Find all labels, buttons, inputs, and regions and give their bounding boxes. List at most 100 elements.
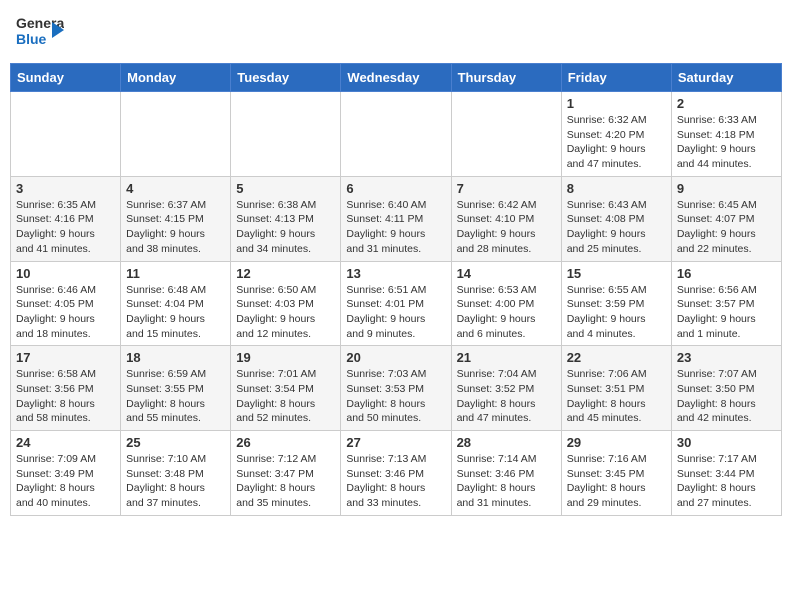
day-info: Sunrise: 6:40 AM Sunset: 4:11 PM Dayligh… — [346, 198, 445, 257]
day-info: Sunrise: 6:33 AM Sunset: 4:18 PM Dayligh… — [677, 113, 776, 172]
day-number: 21 — [457, 350, 556, 365]
day-info: Sunrise: 7:07 AM Sunset: 3:50 PM Dayligh… — [677, 367, 776, 426]
day-info: Sunrise: 7:12 AM Sunset: 3:47 PM Dayligh… — [236, 452, 335, 511]
day-number: 11 — [126, 266, 225, 281]
day-cell — [451, 92, 561, 177]
day-info: Sunrise: 6:37 AM Sunset: 4:15 PM Dayligh… — [126, 198, 225, 257]
weekday-header-thursday: Thursday — [451, 64, 561, 92]
day-number: 28 — [457, 435, 556, 450]
day-info: Sunrise: 6:35 AM Sunset: 4:16 PM Dayligh… — [16, 198, 115, 257]
calendar: SundayMondayTuesdayWednesdayThursdayFrid… — [10, 63, 782, 516]
day-number: 24 — [16, 435, 115, 450]
header: General Blue — [10, 10, 782, 55]
day-cell: 6Sunrise: 6:40 AM Sunset: 4:11 PM Daylig… — [341, 176, 451, 261]
day-cell: 21 Sunrise: 7:04 AM Sunset: 3:52 PM Dayli… — [451, 346, 561, 431]
day-number: 20 — [346, 350, 445, 365]
day-number: 10 — [16, 266, 115, 281]
day-number: 13 — [346, 266, 445, 281]
day-number: 23 — [677, 350, 776, 365]
day-cell: 23 Sunrise: 7:07 AM Sunset: 3:50 PM Dayli… — [671, 346, 781, 431]
day-number: 1 — [567, 96, 666, 111]
weekday-header-tuesday: Tuesday — [231, 64, 341, 92]
day-cell — [341, 92, 451, 177]
day-info: Sunrise: 7:14 AM Sunset: 3:46 PM Dayligh… — [457, 452, 556, 511]
day-cell — [231, 92, 341, 177]
day-cell: 27Sunrise: 7:13 AM Sunset: 3:46 PM Dayli… — [341, 431, 451, 516]
day-number: 5 — [236, 181, 335, 196]
day-info: Sunrise: 7:10 AM Sunset: 3:48 PM Dayligh… — [126, 452, 225, 511]
weekday-header-wednesday: Wednesday — [341, 64, 451, 92]
day-info: Sunrise: 6:55 AM Sunset: 3:59 PM Dayligh… — [567, 283, 666, 342]
day-number: 12 — [236, 266, 335, 281]
day-cell: 8 Sunrise: 6:43 AM Sunset: 4:08 PM Daylig… — [561, 176, 671, 261]
weekday-header-row: SundayMondayTuesdayWednesdayThursdayFrid… — [11, 64, 782, 92]
day-cell: 13 Sunrise: 6:51 AM Sunset: 4:01 PM Dayli… — [341, 261, 451, 346]
day-cell: 11 Sunrise: 6:48 AM Sunset: 4:04 PM Dayli… — [121, 261, 231, 346]
day-info: Sunrise: 6:53 AM Sunset: 4:00 PM Dayligh… — [457, 283, 556, 342]
day-info: Sunrise: 6:43 AM Sunset: 4:08 PM Dayligh… — [567, 198, 666, 257]
day-cell: 28 Sunrise: 7:14 AM Sunset: 3:46 PM Dayli… — [451, 431, 561, 516]
day-info: Sunrise: 7:01 AM Sunset: 3:54 PM Dayligh… — [236, 367, 335, 426]
day-cell: 3 Sunrise: 6:35 AM Sunset: 4:16 PM Daylig… — [11, 176, 121, 261]
day-info: Sunrise: 6:38 AM Sunset: 4:13 PM Dayligh… — [236, 198, 335, 257]
day-info: Sunrise: 7:04 AM Sunset: 3:52 PM Dayligh… — [457, 367, 556, 426]
day-number: 18 — [126, 350, 225, 365]
week-row-2: 3 Sunrise: 6:35 AM Sunset: 4:16 PM Daylig… — [11, 176, 782, 261]
day-info: Sunrise: 6:50 AM Sunset: 4:03 PM Dayligh… — [236, 283, 335, 342]
week-row-5: 24 Sunrise: 7:09 AM Sunset: 3:49 PM Dayli… — [11, 431, 782, 516]
day-number: 27 — [346, 435, 445, 450]
day-cell: 14Sunrise: 6:53 AM Sunset: 4:00 PM Dayli… — [451, 261, 561, 346]
day-info: Sunrise: 7:06 AM Sunset: 3:51 PM Dayligh… — [567, 367, 666, 426]
day-info: Sunrise: 7:17 AM Sunset: 3:44 PM Dayligh… — [677, 452, 776, 511]
day-cell: 17Sunrise: 6:58 AM Sunset: 3:56 PM Dayli… — [11, 346, 121, 431]
day-info: Sunrise: 6:42 AM Sunset: 4:10 PM Dayligh… — [457, 198, 556, 257]
day-cell: 22 Sunrise: 7:06 AM Sunset: 3:51 PM Dayli… — [561, 346, 671, 431]
svg-text:Blue: Blue — [16, 31, 47, 47]
logo-icon: General Blue — [14, 10, 64, 55]
day-info: Sunrise: 6:51 AM Sunset: 4:01 PM Dayligh… — [346, 283, 445, 342]
weekday-header-saturday: Saturday — [671, 64, 781, 92]
day-cell: 12 Sunrise: 6:50 AM Sunset: 4:03 PM Dayli… — [231, 261, 341, 346]
day-cell: 26 Sunrise: 7:12 AM Sunset: 3:47 PM Dayli… — [231, 431, 341, 516]
day-number: 9 — [677, 181, 776, 196]
week-row-1: 1Sunrise: 6:32 AM Sunset: 4:20 PM Daylig… — [11, 92, 782, 177]
day-cell: 29Sunrise: 7:16 AM Sunset: 3:45 PM Dayli… — [561, 431, 671, 516]
day-info: Sunrise: 6:56 AM Sunset: 3:57 PM Dayligh… — [677, 283, 776, 342]
day-cell: 19 Sunrise: 7:01 AM Sunset: 3:54 PM Dayli… — [231, 346, 341, 431]
day-cell: 16 Sunrise: 6:56 AM Sunset: 3:57 PM Dayli… — [671, 261, 781, 346]
day-info: Sunrise: 6:45 AM Sunset: 4:07 PM Dayligh… — [677, 198, 776, 257]
day-info: Sunrise: 6:46 AM Sunset: 4:05 PM Dayligh… — [16, 283, 115, 342]
week-row-4: 17Sunrise: 6:58 AM Sunset: 3:56 PM Dayli… — [11, 346, 782, 431]
day-number: 30 — [677, 435, 776, 450]
day-number: 4 — [126, 181, 225, 196]
day-cell: 4 Sunrise: 6:37 AM Sunset: 4:15 PM Daylig… — [121, 176, 231, 261]
day-cell: 24 Sunrise: 7:09 AM Sunset: 3:49 PM Dayli… — [11, 431, 121, 516]
day-cell: 5 Sunrise: 6:38 AM Sunset: 4:13 PM Daylig… — [231, 176, 341, 261]
weekday-header-friday: Friday — [561, 64, 671, 92]
week-row-3: 10 Sunrise: 6:46 AM Sunset: 4:05 PM Dayli… — [11, 261, 782, 346]
day-cell: 20 Sunrise: 7:03 AM Sunset: 3:53 PM Dayli… — [341, 346, 451, 431]
day-info: Sunrise: 7:03 AM Sunset: 3:53 PM Dayligh… — [346, 367, 445, 426]
weekday-header-sunday: Sunday — [11, 64, 121, 92]
day-cell: 10 Sunrise: 6:46 AM Sunset: 4:05 PM Dayli… — [11, 261, 121, 346]
day-info: Sunrise: 7:09 AM Sunset: 3:49 PM Dayligh… — [16, 452, 115, 511]
day-number: 8 — [567, 181, 666, 196]
day-number: 25 — [126, 435, 225, 450]
logo: General Blue — [14, 10, 64, 55]
calendar-body: 1Sunrise: 6:32 AM Sunset: 4:20 PM Daylig… — [11, 92, 782, 516]
day-number: 26 — [236, 435, 335, 450]
day-info: Sunrise: 7:16 AM Sunset: 3:45 PM Dayligh… — [567, 452, 666, 511]
day-info: Sunrise: 6:48 AM Sunset: 4:04 PM Dayligh… — [126, 283, 225, 342]
day-number: 16 — [677, 266, 776, 281]
day-cell: 25 Sunrise: 7:10 AM Sunset: 3:48 PM Dayli… — [121, 431, 231, 516]
day-number: 22 — [567, 350, 666, 365]
day-cell: 1Sunrise: 6:32 AM Sunset: 4:20 PM Daylig… — [561, 92, 671, 177]
day-info: Sunrise: 6:58 AM Sunset: 3:56 PM Dayligh… — [16, 367, 115, 426]
day-cell: 9 Sunrise: 6:45 AM Sunset: 4:07 PM Daylig… — [671, 176, 781, 261]
day-cell: 7Sunrise: 6:42 AM Sunset: 4:10 PM Daylig… — [451, 176, 561, 261]
day-cell: 15Sunrise: 6:55 AM Sunset: 3:59 PM Dayli… — [561, 261, 671, 346]
day-number: 3 — [16, 181, 115, 196]
day-number: 19 — [236, 350, 335, 365]
day-cell: 30 Sunrise: 7:17 AM Sunset: 3:44 PM Dayli… — [671, 431, 781, 516]
day-number: 2 — [677, 96, 776, 111]
